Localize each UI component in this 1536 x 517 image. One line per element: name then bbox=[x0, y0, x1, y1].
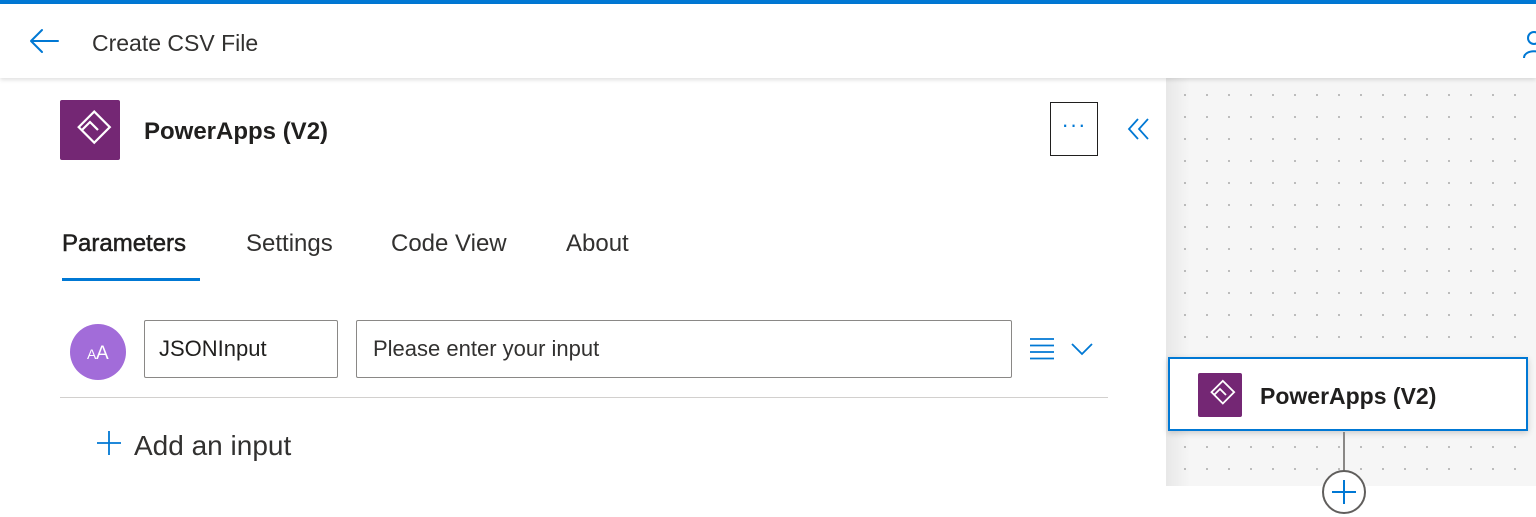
tab-code-view[interactable]: Code View bbox=[391, 230, 507, 258]
canvas-node-title: PowerApps (V2) bbox=[1260, 383, 1437, 409]
details-panel: PowerApps (V2) ··· Parameters Settings C… bbox=[0, 78, 1166, 486]
list-icon[interactable] bbox=[1028, 336, 1056, 362]
active-tab-indicator bbox=[62, 278, 200, 281]
operation-title: PowerApps (V2) bbox=[144, 118, 329, 145]
parameter-name-field[interactable]: JSONInput bbox=[144, 320, 338, 378]
insert-step-button[interactable] bbox=[1322, 470, 1366, 514]
tab-settings[interactable]: Settings bbox=[246, 230, 333, 258]
plus-icon bbox=[97, 431, 121, 455]
tab-about[interactable]: About bbox=[566, 230, 629, 258]
user-icon[interactable] bbox=[1522, 30, 1536, 60]
plus-icon bbox=[1332, 480, 1356, 504]
canvas-node-powerapps[interactable]: PowerApps (V2) bbox=[1168, 357, 1528, 431]
chevron-down-icon[interactable] bbox=[1070, 342, 1094, 356]
parameter-value-field[interactable]: Please enter your input bbox=[356, 320, 1012, 378]
powerapps-icon bbox=[60, 100, 120, 160]
text-type-avatar: A A bbox=[70, 324, 126, 380]
more-options-button[interactable]: ··· bbox=[1050, 102, 1098, 156]
header-bar: Create CSV File bbox=[0, 4, 1536, 78]
powerapps-icon bbox=[1198, 373, 1242, 417]
parameter-row: A A JSONInput Please enter your input bbox=[60, 314, 1108, 398]
flow-title: Create CSV File bbox=[92, 30, 259, 56]
collapse-panel-button[interactable] bbox=[1124, 114, 1154, 144]
tab-parameters[interactable]: Parameters bbox=[62, 230, 187, 258]
back-button[interactable] bbox=[26, 24, 66, 58]
back-arrow-icon bbox=[30, 29, 59, 53]
add-input-label: Add an input bbox=[134, 430, 292, 461]
more-icon: ··· bbox=[1061, 112, 1087, 137]
svg-text:A: A bbox=[96, 343, 109, 364]
double-chevron-left-icon bbox=[1127, 118, 1149, 140]
node-connector-line bbox=[1343, 432, 1345, 472]
